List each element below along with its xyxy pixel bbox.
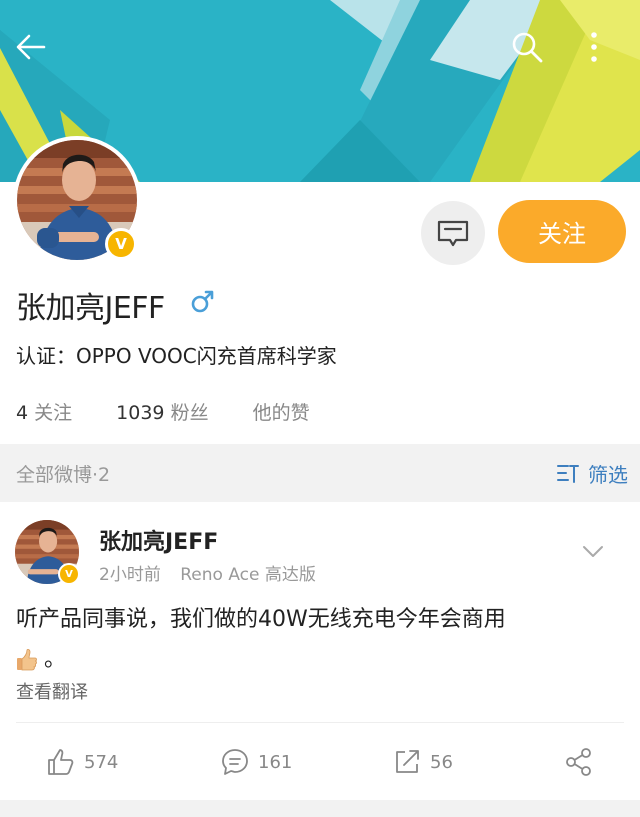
verified-v-icon: V <box>58 563 80 585</box>
verified-v-icon: V <box>105 228 137 260</box>
like-count: 574 <box>84 751 119 773</box>
thumbs-up-emoji-icon <box>17 649 37 671</box>
thumbs-up-icon <box>48 749 74 775</box>
arrow-left-icon <box>16 34 46 60</box>
profile-stats: 4 关注 1039 粉丝 他的赞 <box>16 398 354 425</box>
chevron-down-icon <box>583 546 603 557</box>
followers-stat[interactable]: 1039 粉丝 <box>116 398 208 425</box>
back-button[interactable] <box>14 30 62 78</box>
posts-filter-bar: 全部微博·2 筛选 <box>0 444 640 502</box>
post-body-tail: 。 <box>16 640 616 680</box>
post-action-bar: 574 161 56 <box>0 740 640 784</box>
translate-link[interactable]: 查看翻译 <box>16 678 88 704</box>
following-label: 关注 <box>34 402 73 424</box>
likes-label: 他的赞 <box>252 402 310 424</box>
filter-icon <box>557 465 579 483</box>
comment-button[interactable]: 161 <box>220 740 292 784</box>
post-meta: 2小时前 Reno Ace 高达版 <box>99 560 316 585</box>
post-options-button[interactable] <box>580 538 606 568</box>
likes-stat[interactable]: 他的赞 <box>253 398 310 425</box>
repost-button[interactable]: 56 <box>392 740 453 784</box>
more-button[interactable] <box>584 30 632 78</box>
more-vertical-icon <box>591 32 597 62</box>
repost-icon <box>396 750 419 773</box>
filter-button[interactable]: 筛选 <box>556 459 628 488</box>
message-button[interactable] <box>421 201 485 265</box>
search-icon <box>512 32 543 63</box>
verification-text: 认证：OPPO VOOC闪充首席科学家 <box>16 344 337 368</box>
comment-icon <box>222 749 248 775</box>
share-icon <box>566 748 591 776</box>
post-body-tail-text: 。 <box>44 647 67 672</box>
followers-label: 粉丝 <box>170 402 209 424</box>
posts-count-title: 全部微博·2 <box>16 463 111 486</box>
comment-count: 161 <box>258 751 293 773</box>
post-author-name[interactable]: 张加亮JEFF <box>99 524 218 556</box>
message-icon <box>437 220 469 247</box>
followers-count: 1039 <box>116 402 165 424</box>
divider <box>16 722 624 723</box>
following-count: 4 <box>16 402 29 424</box>
profile-name: 张加亮JEFF <box>16 291 165 326</box>
male-icon <box>190 288 216 318</box>
post-time: 2小时前 <box>99 565 161 585</box>
post-body: 听产品同事说，我们做的40W无线充电今年会商用 <box>16 607 506 632</box>
follow-button[interactable]: 关注 <box>498 200 626 263</box>
like-button[interactable]: 574 <box>46 740 118 784</box>
repost-count: 56 <box>430 751 453 773</box>
following-stat[interactable]: 4 关注 <box>16 398 72 425</box>
profile-avatar[interactable]: V <box>13 136 141 264</box>
filter-label: 筛选 <box>588 462 628 487</box>
search-button[interactable] <box>510 30 558 78</box>
post-text: 听产品同事说，我们做的40W无线充电今年会商用 。 <box>16 600 616 680</box>
post-source: Reno Ace 高达版 <box>180 565 316 585</box>
feed-separator <box>0 800 640 817</box>
share-button[interactable] <box>564 740 594 784</box>
